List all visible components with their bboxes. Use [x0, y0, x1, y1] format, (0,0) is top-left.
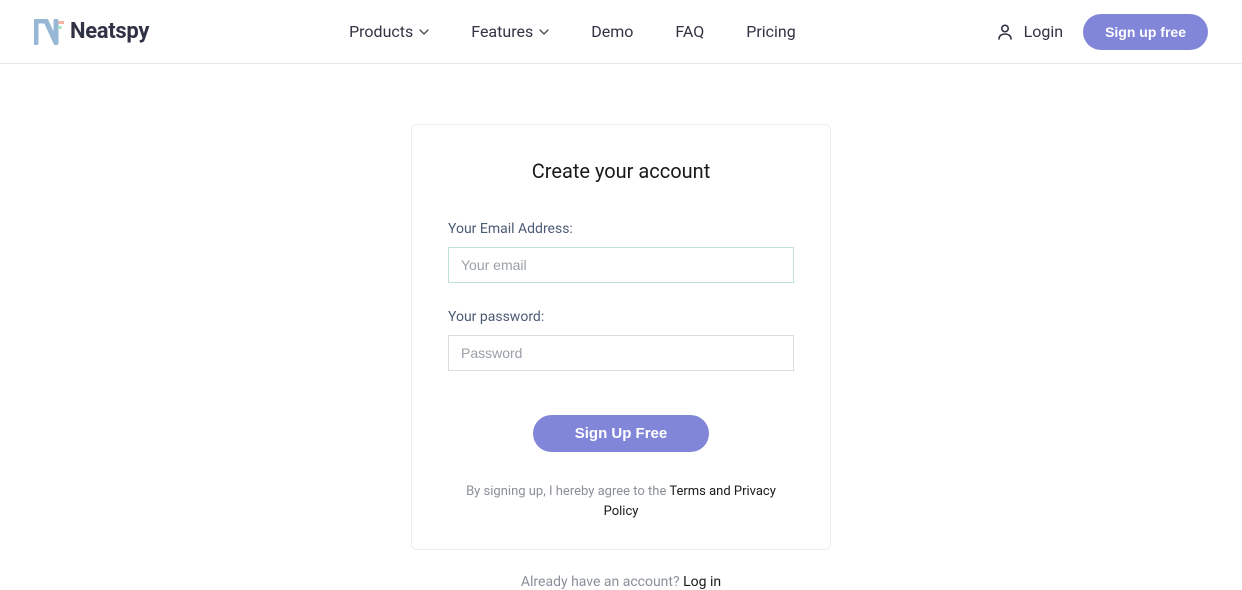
- chevron-down-icon: [419, 29, 429, 35]
- header-right: Login Sign up free: [996, 14, 1208, 50]
- nav-faq[interactable]: FAQ: [675, 22, 704, 41]
- email-label: Your Email Address:: [448, 221, 794, 237]
- nav-products-label: Products: [349, 22, 413, 41]
- nav-products[interactable]: Products: [349, 22, 429, 41]
- nav-features-label: Features: [471, 22, 533, 41]
- already-prefix: Already have an account?: [521, 574, 683, 590]
- login-label: Login: [1024, 22, 1063, 41]
- card-title: Create your account: [448, 159, 794, 183]
- header: Neatspy Products Features Demo FAQ Prici…: [0, 0, 1242, 64]
- terms-prefix: By signing up, I hereby agree to the: [466, 484, 669, 499]
- main-content: Create your account Your Email Address: …: [0, 64, 1242, 590]
- nav-demo[interactable]: Demo: [591, 22, 633, 41]
- logo-text: Neatspy: [70, 19, 149, 44]
- signup-free-button[interactable]: Sign Up Free: [533, 415, 710, 452]
- email-input[interactable]: [448, 247, 794, 283]
- signup-card: Create your account Your Email Address: …: [411, 124, 831, 550]
- user-icon: [996, 23, 1014, 41]
- nav-features[interactable]: Features: [471, 22, 549, 41]
- nav-demo-label: Demo: [591, 22, 633, 41]
- logo-mark-icon: [34, 19, 64, 45]
- password-input[interactable]: [448, 335, 794, 371]
- nav-pricing-label: Pricing: [746, 22, 796, 41]
- nav-faq-label: FAQ: [675, 22, 704, 41]
- login-link[interactable]: Login: [996, 22, 1063, 41]
- login-inline-link[interactable]: Log in: [683, 574, 721, 590]
- terms-text: By signing up, I hereby agree to the Ter…: [448, 482, 794, 521]
- main-nav: Products Features Demo FAQ Pricing: [349, 22, 796, 41]
- already-have-account: Already have an account? Log in: [521, 574, 721, 590]
- chevron-down-icon: [539, 29, 549, 35]
- submit-wrap: Sign Up Free: [448, 415, 794, 452]
- password-label: Your password:: [448, 309, 794, 325]
- signup-button[interactable]: Sign up free: [1083, 14, 1208, 50]
- nav-pricing[interactable]: Pricing: [746, 22, 796, 41]
- logo[interactable]: Neatspy: [34, 19, 149, 45]
